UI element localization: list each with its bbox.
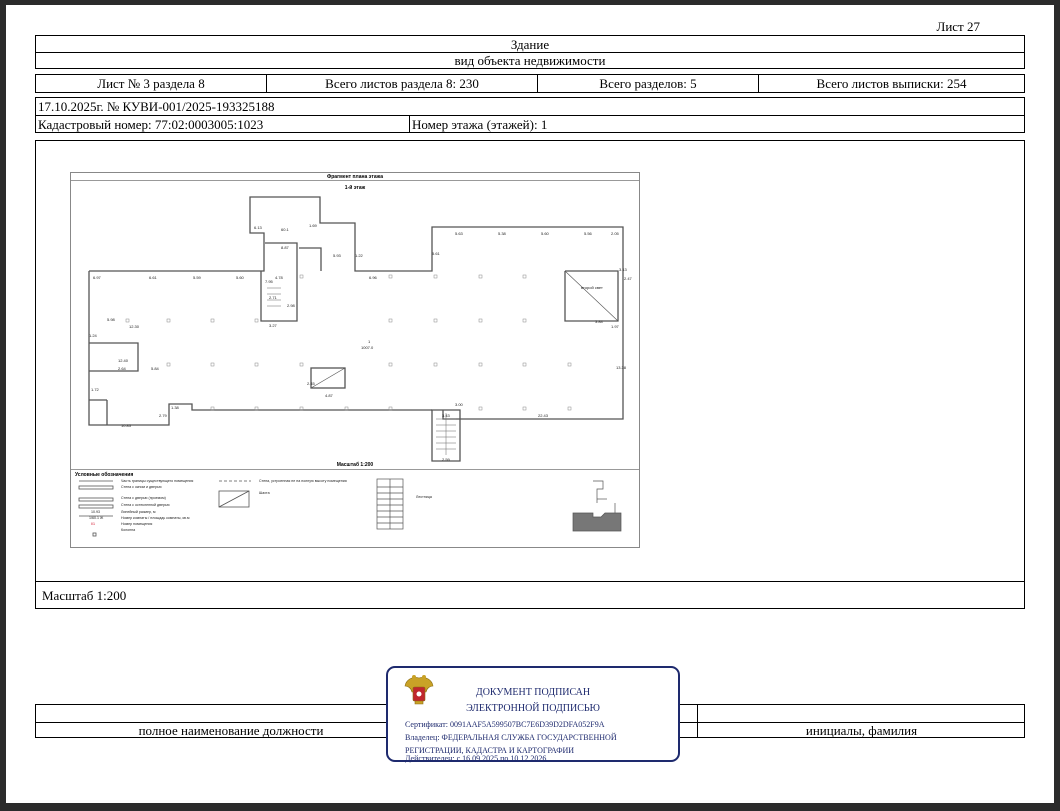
dim-label: 2.45 — [307, 381, 315, 386]
legend-item: Стена с дверью (проемом) — [121, 496, 166, 500]
dim-label: 1.69 — [309, 223, 317, 228]
plan-outline — [88, 196, 624, 462]
dim-label: 2.79 — [159, 413, 167, 418]
legend-item: Колонна — [121, 528, 136, 532]
dim-label: 5.56 — [584, 231, 592, 236]
room-number: 1 — [368, 339, 371, 344]
legend-dim-sample: 10.93 — [91, 510, 100, 514]
dim-label: 10.83 — [121, 423, 132, 428]
legend-item: Линейный размер, м — [121, 510, 156, 514]
dim-label: 5.60 — [236, 275, 244, 280]
dim-label: 4.78 — [275, 275, 283, 280]
legend-item: Номер комнаты / площадь комнаты, кв.м — [121, 516, 190, 520]
e-signature-stamp: ДОКУМЕНТ ПОДПИСАН ЭЛЕКТРОННОЙ ПОДПИСЬЮ С… — [386, 666, 680, 763]
dim-label: 6.61 — [149, 275, 157, 280]
dim-label: 6.96 — [369, 275, 377, 280]
legend-item: Номер помещения — [121, 522, 153, 526]
dim-label: 3.00 — [455, 402, 463, 407]
stamp-valid: Действителен: с 16.09.2025 по 10.12.2026 — [405, 754, 547, 763]
dim-label: 13.38 — [616, 365, 627, 370]
dim-label: 2.47 — [624, 276, 632, 281]
floor-number: Номер этажа (этажей): 1 — [412, 117, 548, 132]
doc-number: 17.10.2025г. № КУВИ-001/2025-193325188 — [38, 99, 275, 114]
dim-label: 5.59 — [193, 275, 201, 280]
dim-label: 1.97 — [611, 324, 619, 329]
plan-scale: Масштаб 1:200 — [336, 462, 374, 468]
cadastral-number: Кадастровый номер: 77:02:0003005:1023 — [38, 117, 264, 132]
room-area: 1007.0 — [361, 345, 374, 350]
dim-label: 12.30 — [129, 324, 140, 329]
legend-stairs-label: Лестница — [416, 495, 432, 499]
legend-item: Стена с окном и дверью — [121, 485, 162, 489]
dim-label: 1.72 — [91, 387, 99, 392]
dim-label: 3.13 — [619, 267, 627, 272]
scale-label: Масштаб 1:200 — [42, 588, 127, 603]
legend-room-sample: 1/60.1 Ж — [89, 516, 104, 520]
total-sections: Всего разделов: 5 — [537, 75, 758, 92]
legend-room-no-sample: I/1 — [91, 522, 95, 526]
initials-label: инициалы, фамилия — [805, 723, 918, 738]
floor-plan: Фрагмент плана этажа 1-й этаж 6.97 6.61 … — [70, 172, 640, 548]
sheet-label: Лист 27 — [936, 19, 980, 34]
second-light-label: второй свет — [581, 285, 603, 290]
legend-stairs-symbol — [376, 478, 404, 530]
dim-label: 1.24 — [89, 333, 97, 338]
extract-sheet: Лист 27 Здание вид объекта недвижимости … — [6, 5, 1054, 803]
dim-label: 2.05 — [611, 231, 619, 236]
sheet-in-section: Лист № 3 раздела 8 — [97, 75, 205, 91]
legend-item: Часть границы существующего помещения — [121, 479, 194, 483]
dim-label: 2.71 — [269, 295, 277, 300]
dim-label: 3.27 — [269, 323, 277, 328]
dim-label: 6.13 — [254, 225, 262, 230]
dim-label: 5.84 — [151, 366, 159, 371]
legend-section-symbol — [572, 480, 622, 532]
dim-label: 5.98 — [107, 317, 115, 322]
dim-label: 2.98 — [287, 303, 295, 308]
dim-label: 8.87 — [281, 245, 289, 250]
dim-label: 3.43 — [442, 413, 450, 418]
dim-label: 5.61 — [432, 251, 440, 256]
stamp-line2: ЭЛЕКТРОННОЙ ПОДПИСЬЮ — [466, 703, 600, 714]
dim-label: 1.22 — [355, 253, 363, 258]
dim-label: 1.38 — [171, 405, 179, 410]
doc-info: 17.10.2025г. № КУВИ-001/2025-193325188 К… — [35, 97, 1025, 133]
legend-wall-label: Стена, устроенная не на полную высоту по… — [259, 479, 347, 483]
stamp-line1: ДОКУМЕНТ ПОДПИСАН — [475, 687, 591, 698]
stamp-certificate: Сертификат: 0091AAF5A599507BC7E6D39D2DFA… — [405, 720, 605, 729]
dim-label: 3.84 — [595, 319, 603, 324]
object-header: Здание вид объекта недвижимости — [35, 35, 1025, 69]
dim-label: 7.95 — [265, 279, 273, 284]
dim-label: 4.87 — [325, 393, 333, 398]
dim-label: 5.93 — [333, 253, 341, 258]
total-sheets-extract: Всего листов выписки: 254 — [758, 75, 1024, 92]
legend-shaft-label: Шахта — [259, 491, 270, 495]
object-title: Здание — [510, 37, 550, 52]
total-sheets-section: Всего листов раздела 8: 230 — [266, 75, 537, 92]
legend-item: Стена с остекленной дверью — [121, 503, 170, 507]
stamp-owner1: Владелец: ФЕДЕРАЛЬНАЯ СЛУЖБА ГОСУДАРСТВЕ… — [405, 733, 617, 742]
legend-title: Условные обозначения — [75, 472, 134, 478]
dim-label: 5.38 — [498, 231, 506, 236]
dim-label: 5.63 — [455, 231, 463, 236]
dim-label: 5.60 — [541, 231, 549, 236]
object-subtitle: вид объекта недвижимости — [454, 53, 606, 68]
dim-label: 22.43 — [538, 413, 549, 418]
dim-label: 2.64 — [118, 366, 126, 371]
position-label: полное наименование должности — [138, 723, 324, 738]
dim-label: 12.40 — [118, 358, 129, 363]
legend-wall-shaft-symbols — [218, 480, 251, 508]
dim-label: 6.97 — [93, 275, 101, 280]
dim-label: 60.1 — [281, 227, 289, 232]
info-row: Лист № 3 раздела 8 Всего листов раздела … — [35, 74, 1025, 93]
